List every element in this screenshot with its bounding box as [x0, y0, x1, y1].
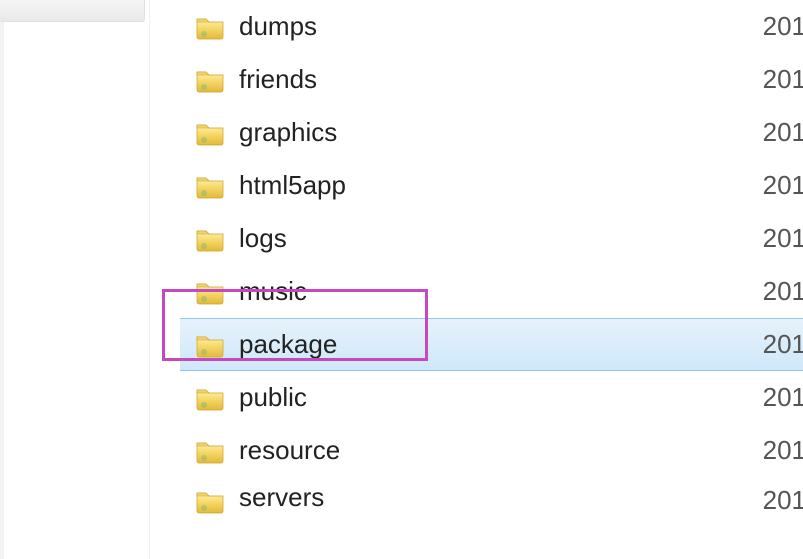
item-name: servers — [239, 482, 763, 513]
list-item[interactable]: html5app 201 — [185, 159, 803, 212]
item-date: 201 — [763, 276, 803, 307]
item-name: package — [239, 329, 763, 360]
item-name: graphics — [239, 117, 763, 148]
item-date: 201 — [763, 329, 803, 360]
folder-icon — [195, 14, 225, 40]
explorer-window: dumps 201 friends 201 graphics 201 html5… — [0, 0, 803, 559]
item-name: music — [239, 276, 763, 307]
item-name: resource — [239, 435, 763, 466]
list-item[interactable]: friends 201 — [185, 53, 803, 106]
navigation-pane[interactable] — [0, 0, 150, 559]
item-date: 201 — [763, 117, 803, 148]
folder-icon — [195, 173, 225, 199]
file-list[interactable]: dumps 201 friends 201 graphics 201 html5… — [185, 0, 803, 559]
folder-icon — [195, 120, 225, 146]
folder-icon — [195, 438, 225, 464]
item-date: 201 — [763, 11, 803, 42]
item-date: 201 — [763, 170, 803, 201]
folder-icon — [195, 67, 225, 93]
list-item[interactable]: logs 201 — [185, 212, 803, 265]
list-item[interactable]: dumps 201 — [185, 0, 803, 53]
item-name: dumps — [239, 11, 763, 42]
folder-icon — [195, 385, 225, 411]
list-item-selected[interactable]: package 201 — [180, 318, 803, 371]
list-item[interactable]: music 201 — [185, 265, 803, 318]
item-date: 201 — [763, 485, 803, 516]
item-name: public — [239, 382, 763, 413]
list-item[interactable]: resource 201 — [185, 424, 803, 477]
item-name: html5app — [239, 170, 763, 201]
item-date: 201 — [763, 64, 803, 95]
folder-icon — [195, 279, 225, 305]
item-date: 201 — [763, 223, 803, 254]
list-item[interactable]: servers 201 — [185, 477, 803, 524]
item-name: friends — [239, 64, 763, 95]
folder-icon — [195, 226, 225, 252]
folder-icon — [195, 488, 225, 514]
folder-icon — [195, 332, 225, 358]
item-date: 201 — [763, 435, 803, 466]
list-item[interactable]: graphics 201 — [185, 106, 803, 159]
list-item[interactable]: public 201 — [185, 371, 803, 424]
item-name: logs — [239, 223, 763, 254]
item-date: 201 — [763, 382, 803, 413]
